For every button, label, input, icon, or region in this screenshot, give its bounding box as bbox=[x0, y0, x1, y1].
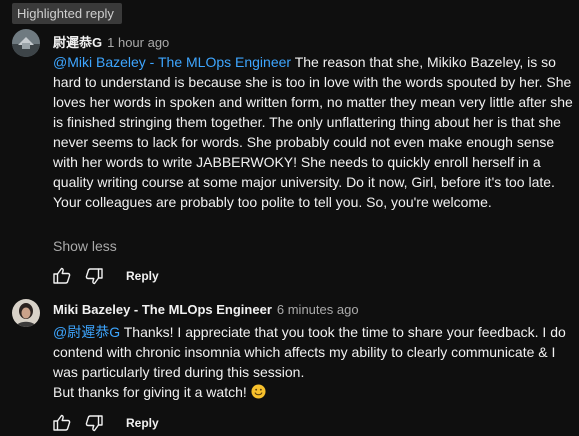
avatar-commenter-2[interactable] bbox=[12, 299, 40, 327]
show-less-link[interactable]: Show less bbox=[53, 236, 117, 256]
comment-2-paragraph-2: But thanks for giving it a watch! bbox=[53, 382, 573, 402]
smiling-face-emoji-icon bbox=[251, 384, 266, 399]
comment-1-mention[interactable]: @Miki Bazeley - The MLOps Engineer bbox=[53, 54, 291, 70]
comment-1-text: @Miki Bazeley - The MLOps Engineer The r… bbox=[53, 52, 573, 212]
comment-2-mention[interactable]: @尉遲恭G bbox=[53, 324, 120, 340]
comment-2-body-2: But thanks for giving it a watch! bbox=[53, 384, 251, 400]
comment-1-body: The reason that she, Mikiko Bazeley, is … bbox=[53, 54, 573, 210]
like-icon[interactable] bbox=[50, 411, 74, 435]
comment-1-actions: Reply bbox=[50, 264, 159, 288]
avatar-commenter-1[interactable] bbox=[12, 29, 40, 57]
reply-button[interactable]: Reply bbox=[126, 416, 159, 430]
like-icon[interactable] bbox=[50, 264, 74, 288]
comment-2-timestamp[interactable]: 6 minutes ago bbox=[277, 302, 359, 317]
comment-1-timestamp[interactable]: 1 hour ago bbox=[107, 35, 169, 50]
comment-2-body: Thanks! I appreciate that you took the t… bbox=[53, 324, 566, 380]
comment-2-header: Miki Bazeley - The MLOps Engineer 6 minut… bbox=[53, 302, 359, 317]
reply-button[interactable]: Reply bbox=[126, 269, 159, 283]
comment-2-actions: Reply bbox=[50, 411, 159, 435]
comment-1-header: 尉遲恭G 1 hour ago bbox=[53, 32, 169, 51]
dislike-icon[interactable] bbox=[82, 411, 106, 435]
comment-1-author[interactable]: 尉遲恭G bbox=[53, 35, 102, 50]
comment-2-paragraph-1: @尉遲恭G Thanks! I appreciate that you took… bbox=[53, 322, 573, 382]
dislike-icon[interactable] bbox=[82, 264, 106, 288]
comment-2-author[interactable]: Miki Bazeley - The MLOps Engineer bbox=[53, 302, 272, 317]
comment-2-text: @尉遲恭G Thanks! I appreciate that you took… bbox=[53, 322, 573, 402]
highlighted-reply-badge: Highlighted reply bbox=[12, 3, 122, 24]
